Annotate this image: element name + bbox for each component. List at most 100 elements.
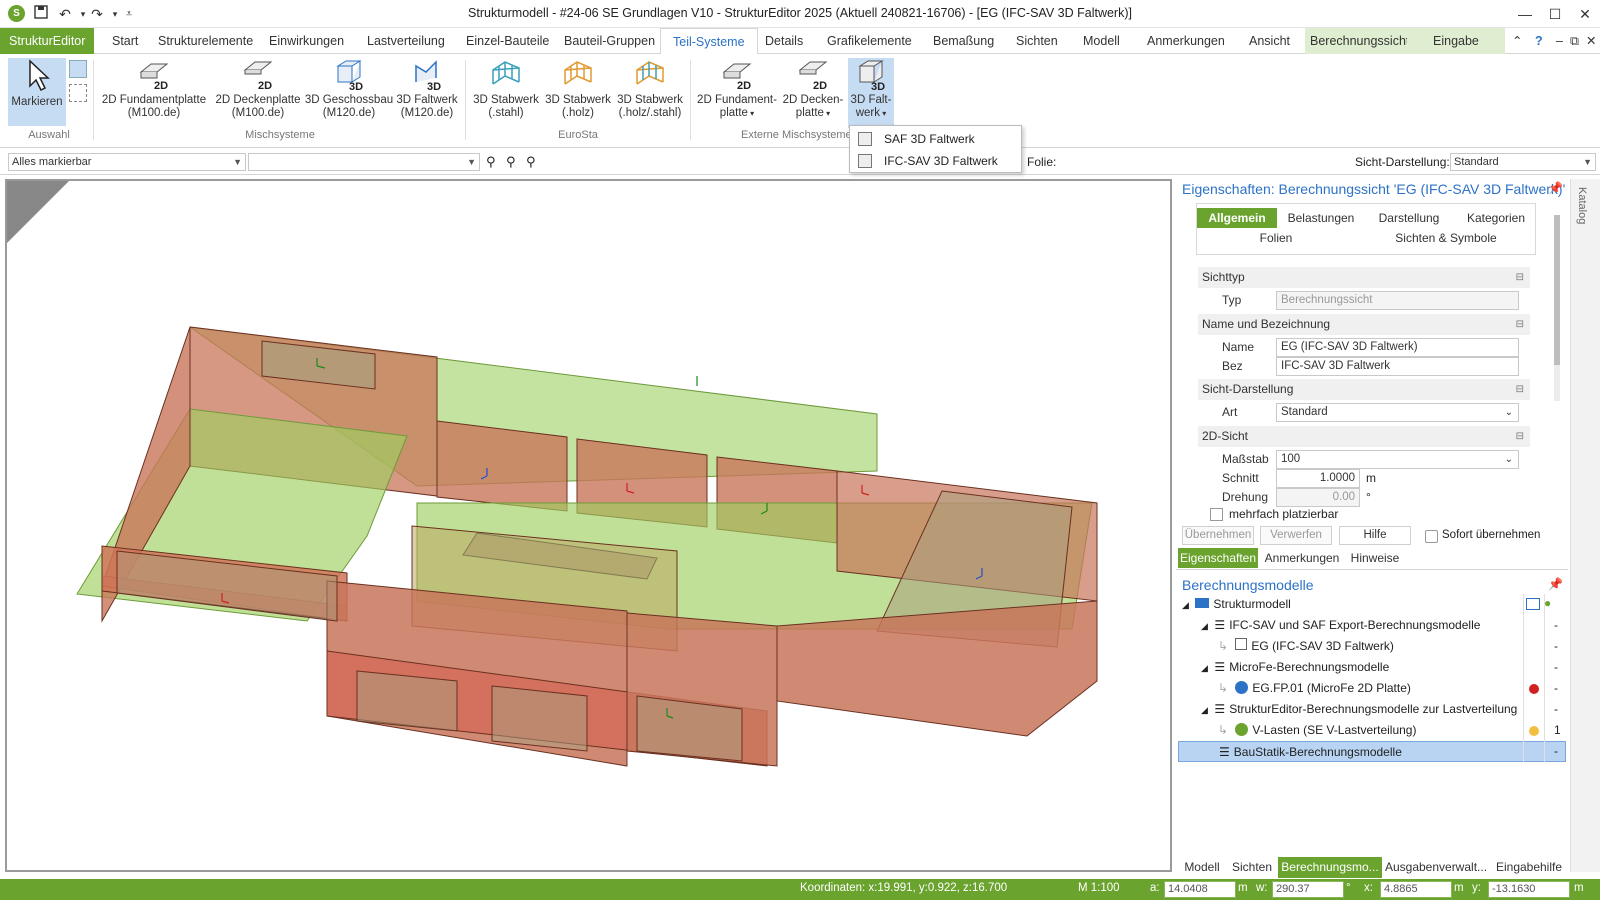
scrollbar[interactable] — [1554, 215, 1560, 401]
binoculars-select-icon[interactable]: ⚲ — [526, 154, 536, 170]
tab-bemassung[interactable]: Bemaßung — [933, 28, 994, 54]
tree-microfe[interactable]: ◢ ☰ MicroFe-Berechnungsmodelle — [1201, 657, 1389, 678]
subtab-hinweise[interactable]: Hinweise — [1346, 548, 1404, 568]
tab-strukturelemente[interactable]: Strukturelemente — [158, 28, 253, 54]
tree-lastverteilung[interactable]: ◢ ☰ StrukturEditor-Berechnungsmodelle zur… — [1201, 699, 1517, 720]
binoculars-filter-icon[interactable]: ⚲ — [506, 154, 516, 170]
fundamentplatte-2d-button[interactable]: 2D 2D Fundamentplatte (M100.de) — [100, 58, 208, 120]
tab-bauteil-gruppen[interactable]: Bauteil-Gruppen — [564, 28, 655, 54]
verwerfen-button[interactable]: Verwerfen — [1260, 526, 1332, 545]
tab-darstellung[interactable]: Darstellung — [1369, 208, 1449, 228]
fundamentplatte-extern-button[interactable]: 2D 2D Fundament-platte ▾ — [696, 58, 778, 120]
tab-berechnungssicht[interactable]: Berechnungssicht — [1305, 28, 1415, 54]
art-select[interactable]: Standard ⌄ — [1276, 403, 1519, 422]
bottom-tab-eingabehilfe[interactable]: Eingabehilfe — [1492, 857, 1566, 878]
massstab-select[interactable]: 100 ⌄ — [1276, 450, 1519, 469]
tree-eg-fp01[interactable]: ↳ EG.FP.01 (MicroFe 2D Platte) — [1218, 678, 1411, 699]
stabwerk-stahl-button[interactable]: 3D Stabwerk (.stahl) — [470, 58, 542, 120]
bottom-tab-modell[interactable]: Modell — [1178, 857, 1226, 878]
tab-start[interactable]: Start — [112, 28, 138, 54]
expand-icon[interactable]: ◢ — [1201, 705, 1210, 715]
expand-icon[interactable]: ◢ — [1201, 621, 1210, 631]
tab-eingabe[interactable]: Eingabe — [1407, 28, 1505, 54]
tree-baustatik[interactable]: ☰ BauStatik-Berechnungsmodelle — [1178, 741, 1566, 762]
hilfe-button[interactable]: Hilfe — [1339, 526, 1411, 545]
expand-icon[interactable]: ◢ — [1182, 600, 1191, 610]
collapse-icon[interactable]: ⊟ — [1516, 267, 1524, 288]
app-menu-button[interactable]: StrukturEditor — [0, 28, 95, 54]
tab-anmerkungen[interactable]: Anmerkungen — [1147, 28, 1225, 54]
name-field[interactable]: EG (IFC-SAV 3D Faltwerk) — [1276, 338, 1519, 357]
bottom-tab-berechnungsmodelle[interactable]: Berechnungsmo... — [1278, 857, 1382, 878]
markieren-button[interactable]: Markieren — [8, 58, 66, 126]
tree-view-icon[interactable] — [1526, 598, 1540, 610]
bottom-tab-ausgabenverwaltung[interactable]: Ausgabenverwalt... — [1384, 857, 1488, 878]
sofort-checkbox[interactable] — [1425, 530, 1438, 543]
tree-ifc-saf[interactable]: ◢ ☰ IFC-SAV und SAF Export-Berechnungsmod… — [1201, 615, 1480, 636]
tab-kategorien[interactable]: Kategorien — [1456, 208, 1536, 228]
minimize-icon[interactable]: — — [1510, 4, 1540, 24]
menu-item-ifc-faltwerk[interactable]: IFC-SAV 3D Faltwerk — [850, 150, 1021, 172]
select-lasso-icon[interactable] — [69, 84, 87, 102]
y-field[interactable]: -13.1630 — [1488, 881, 1570, 898]
uebernehmen-button[interactable]: Übernehmen — [1182, 526, 1254, 545]
subtab-anmerkungen[interactable]: Anmerkungen — [1260, 548, 1344, 568]
tab-sichten[interactable]: Sichten — [1016, 28, 1058, 54]
geschossbau-3d-button[interactable]: 3D 3D Geschossbau (M120.de) — [304, 58, 394, 120]
w-field[interactable]: 290.37 — [1272, 881, 1344, 898]
tree-v-lasten[interactable]: ↳ V-Lasten (SE V-Lastverteilung) — [1218, 720, 1416, 741]
tab-einwirkungen[interactable]: Einwirkungen — [269, 28, 344, 54]
structure-model-drawing[interactable] — [7, 181, 1170, 870]
tab-allgemein[interactable]: Allgemein — [1197, 208, 1277, 228]
tab-grafikelemente[interactable]: Grafikelemente — [827, 28, 912, 54]
section-2d-sicht[interactable]: 2D-Sicht ⊟ — [1198, 426, 1530, 447]
x-field[interactable]: 4.8865 — [1380, 881, 1452, 898]
tab-belastungen[interactable]: Belastungen — [1280, 208, 1362, 228]
mehrfach-checkbox[interactable] — [1210, 508, 1223, 521]
doc-minimize-icon[interactable]: – — [1556, 28, 1563, 54]
subtab-eigenschaften[interactable]: Eigenschaften — [1178, 548, 1258, 568]
doc-restore-icon[interactable]: ⧉ — [1570, 28, 1579, 54]
bottom-tab-sichten[interactable]: Sichten — [1228, 857, 1276, 878]
deckenplatte-2d-button[interactable]: 2D 2D Deckenplatte (M100.de) — [212, 58, 304, 120]
catalog-sidebar[interactable]: Katalog — [1570, 179, 1600, 872]
select-window-icon[interactable] — [69, 60, 87, 78]
tab-folien[interactable]: Folien — [1236, 228, 1316, 248]
doc-close-icon[interactable]: ✕ — [1586, 28, 1596, 54]
schnitt-field[interactable]: 1.0000 — [1276, 469, 1360, 488]
a-field[interactable]: 14.0408 — [1164, 881, 1236, 898]
tab-sichten-symbole[interactable]: Sichten & Symbole — [1386, 228, 1506, 248]
tree-strukturmodell[interactable]: ◢ Strukturmodell — [1182, 594, 1291, 615]
section-sichttyp[interactable]: Sichttyp ⊟ — [1198, 267, 1530, 288]
close-icon[interactable]: ✕ — [1570, 4, 1600, 24]
section-sicht-darstellung[interactable]: Sicht-Darstellung ⊟ — [1198, 379, 1530, 400]
sicht-darstellung-combo[interactable]: Standard ▼ — [1450, 153, 1596, 171]
faltwerk-extern-button[interactable]: 3D 3D Falt-werk ▾ — [848, 58, 894, 128]
bez-field[interactable]: IFC-SAV 3D Faltwerk — [1276, 357, 1519, 376]
tree-eg-ifc[interactable]: ↳ EG (IFC-SAV 3D Faltwerk) — [1218, 636, 1394, 657]
people-icon[interactable]: ● — [1544, 596, 1551, 610]
tab-teil-systeme[interactable]: Teil-Systeme — [660, 28, 758, 55]
tab-details[interactable]: Details — [765, 28, 803, 54]
pin-icon[interactable]: 📌 — [1548, 181, 1563, 195]
maximize-icon[interactable]: ☐ — [1540, 4, 1570, 24]
collapse-icon[interactable]: ⊟ — [1516, 426, 1524, 447]
collapse-ribbon-icon[interactable]: ⌃ — [1512, 28, 1522, 54]
collapse-icon[interactable]: ⊟ — [1516, 379, 1524, 400]
binoculars-icon[interactable]: ⚲ — [486, 154, 496, 170]
menu-item-saf-faltwerk[interactable]: SAF 3D Faltwerk — [850, 128, 1021, 150]
tab-modell[interactable]: Modell — [1083, 28, 1120, 54]
3d-viewport[interactable] — [5, 179, 1172, 872]
tab-ansicht[interactable]: Ansicht — [1249, 28, 1290, 54]
filter-combo[interactable]: Alles markierbar ▼ — [8, 153, 246, 171]
collapse-icon[interactable]: ⊟ — [1516, 314, 1524, 335]
tab-einzel-bauteile[interactable]: Einzel-Bauteile — [466, 28, 549, 54]
secondary-combo[interactable]: ▼ — [248, 153, 480, 171]
stabwerk-holz-stahl-button[interactable]: 3D Stabwerk (.holz/.stahl) — [614, 58, 686, 120]
pin-icon[interactable]: 📌 — [1548, 577, 1563, 591]
deckenplatte-extern-button[interactable]: 2D 2D Decken-platte ▾ — [780, 58, 846, 120]
expand-icon[interactable]: ◢ — [1201, 663, 1210, 673]
faltwerk-3d-button[interactable]: 3D 3D Faltwerk (M120.de) — [394, 58, 460, 120]
tab-lastverteilung[interactable]: Lastverteilung — [367, 28, 445, 54]
stabwerk-holz-button[interactable]: 3D Stabwerk (.holz) — [542, 58, 614, 120]
